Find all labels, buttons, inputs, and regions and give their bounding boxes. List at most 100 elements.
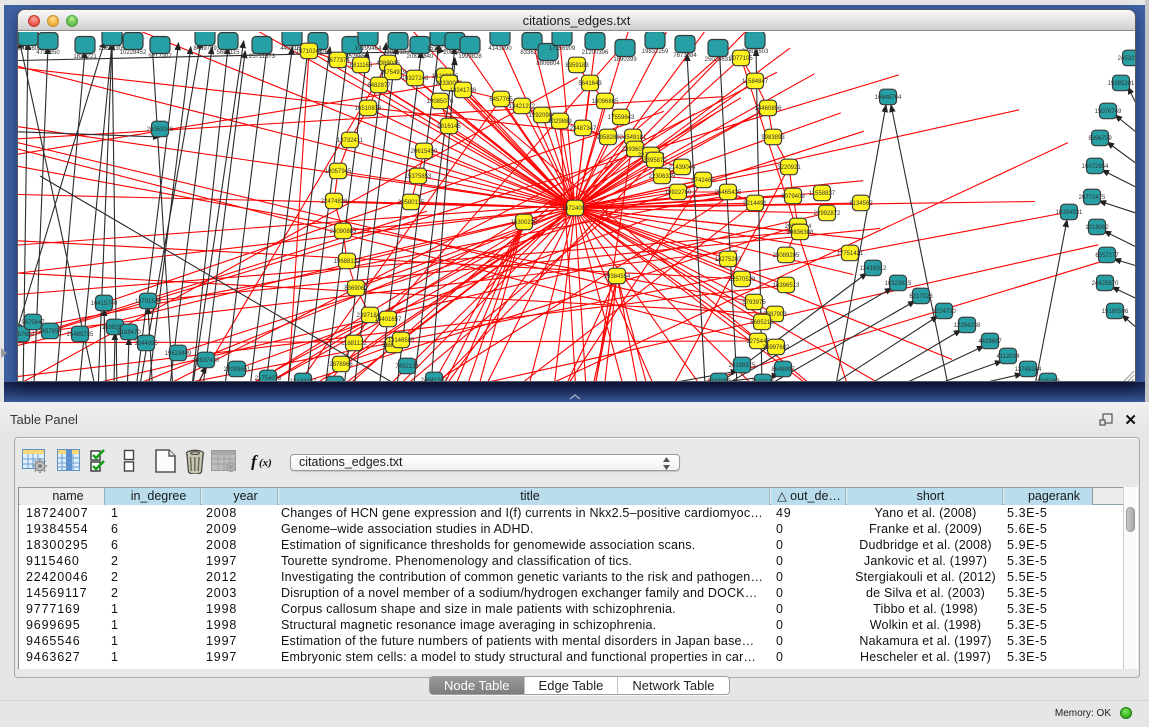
svg-text:2457954: 2457954 <box>38 329 62 335</box>
svg-text:3644095: 3644095 <box>134 341 158 347</box>
svg-text:19384554: 19384554 <box>604 274 631 280</box>
svg-text:14275203: 14275203 <box>715 257 742 263</box>
svg-text:8029889: 8029889 <box>548 119 572 125</box>
svg-text:21257684: 21257684 <box>18 332 35 338</box>
svg-text:11881122: 11881122 <box>341 341 367 347</box>
svg-text:23487347: 23487347 <box>570 126 597 132</box>
svg-text:10334531: 10334531 <box>1056 210 1083 216</box>
svg-text:16415740: 16415740 <box>91 301 118 307</box>
svg-text:11584847: 11584847 <box>742 79 769 85</box>
svg-text:15180586: 15180586 <box>1102 309 1129 315</box>
svg-text:19523409: 19523409 <box>165 351 192 357</box>
svg-text:8646997: 8646997 <box>771 367 795 373</box>
svg-text:11558837: 11558837 <box>809 191 836 197</box>
svg-text:19285201: 19285201 <box>1108 81 1135 87</box>
svg-text:15300235: 15300235 <box>511 220 538 226</box>
svg-text:25711873: 25711873 <box>249 54 276 60</box>
svg-text:16072954: 16072954 <box>1082 164 1109 170</box>
svg-text:21200396: 21200396 <box>582 50 609 56</box>
svg-text:24549181: 24549181 <box>620 135 647 141</box>
svg-text:5682115: 5682115 <box>217 50 241 56</box>
svg-text:2537611: 2537611 <box>752 380 776 382</box>
svg-text:20772475: 20772475 <box>1079 195 1106 201</box>
svg-text:25465435: 25465435 <box>715 190 742 196</box>
svg-text:13146585: 13146585 <box>388 338 415 344</box>
svg-text:13701506: 13701506 <box>135 299 162 305</box>
svg-text:7452134: 7452134 <box>395 364 419 370</box>
svg-text:6742460: 6742460 <box>691 178 715 184</box>
svg-text:10710248: 10710248 <box>296 49 323 55</box>
svg-text:10323815: 10323815 <box>885 281 912 287</box>
svg-text:7671884: 7671884 <box>673 53 697 59</box>
svg-text:3395870: 3395870 <box>643 158 667 164</box>
svg-text:20615450: 20615450 <box>411 149 438 155</box>
svg-text:3677374: 3677374 <box>326 58 350 64</box>
svg-text:25025631: 25025631 <box>705 57 732 63</box>
svg-text:10837430: 10837430 <box>193 358 220 364</box>
svg-text:8489709: 8489709 <box>193 46 217 52</box>
svg-text:9983893: 9983893 <box>761 135 785 141</box>
svg-text:16648764: 16648764 <box>875 95 902 101</box>
svg-text:17559643: 17559643 <box>608 115 635 121</box>
svg-text:3333883: 3333883 <box>707 379 731 382</box>
svg-text:8396759: 8396759 <box>1088 136 1112 142</box>
svg-text:26053346: 26053346 <box>147 127 174 133</box>
svg-text:10228452: 10228452 <box>120 50 147 56</box>
svg-text:13241736: 13241736 <box>450 88 477 94</box>
svg-text:18724007: 18724007 <box>562 206 589 212</box>
svg-text:1999828: 1999828 <box>458 54 482 60</box>
svg-text:6357277: 6357277 <box>1095 253 1119 259</box>
svg-text:9816145: 9816145 <box>437 124 461 130</box>
svg-text:2077105: 2077105 <box>729 56 753 62</box>
svg-text:24532561: 24532561 <box>1118 56 1135 62</box>
svg-text:12416912: 12416912 <box>860 266 887 272</box>
svg-text:22570529: 22570529 <box>729 277 756 283</box>
svg-text:1218062: 1218062 <box>1085 225 1109 231</box>
svg-text:10327246: 10327246 <box>402 76 429 82</box>
svg-text:2876966: 2876966 <box>329 362 353 368</box>
svg-text:9958289: 9958289 <box>596 135 620 141</box>
svg-text:4429607: 4429607 <box>978 339 1002 345</box>
svg-text:5641643: 5641643 <box>578 81 602 87</box>
svg-text:8811165: 8811165 <box>350 63 373 69</box>
svg-text:6482877: 6482877 <box>367 83 391 89</box>
svg-text:14460856: 14460856 <box>755 106 782 112</box>
svg-text:6457765: 6457765 <box>489 97 513 103</box>
svg-text:19832259: 19832259 <box>642 49 669 55</box>
svg-text:5188470: 5188470 <box>117 330 141 336</box>
svg-text:8369062: 8369062 <box>344 286 368 292</box>
svg-text:8134562: 8134562 <box>849 201 873 207</box>
svg-text:12294238: 12294238 <box>954 323 981 329</box>
svg-text:15375853: 15375853 <box>405 174 432 180</box>
svg-text:10057945: 10057945 <box>325 169 352 175</box>
svg-text:22093651: 22093651 <box>224 367 251 373</box>
svg-text:1839221: 1839221 <box>73 54 97 60</box>
svg-text:4735650: 4735650 <box>36 50 60 56</box>
svg-text:19085076: 19085076 <box>427 99 454 105</box>
svg-text:19688132: 19688132 <box>334 259 361 265</box>
svg-text:4112034: 4112034 <box>997 354 1021 360</box>
svg-text:21754078: 21754078 <box>255 376 282 382</box>
svg-text:9217207: 9217207 <box>148 54 172 60</box>
svg-text:21439044: 21439044 <box>669 165 696 171</box>
svg-text:22992872: 22992872 <box>814 211 841 217</box>
svg-text:23188315: 23188315 <box>729 363 756 369</box>
svg-text:5685216: 5685216 <box>750 320 774 326</box>
svg-text:8359183: 8359183 <box>565 63 589 69</box>
svg-text:4245263: 4245263 <box>1036 379 1060 382</box>
svg-text:9214491: 9214491 <box>743 201 767 207</box>
svg-text:24090883: 24090883 <box>330 229 357 235</box>
svg-text:25089205: 25089205 <box>773 253 800 259</box>
svg-text:25997682: 25997682 <box>763 345 790 351</box>
svg-text:19299464: 19299464 <box>355 46 382 52</box>
svg-text:22474828: 22474828 <box>321 199 348 205</box>
svg-text:f: f <box>251 452 259 470</box>
svg-text:16510878: 16510878 <box>355 106 382 112</box>
svg-text:8079409: 8079409 <box>781 194 805 200</box>
svg-text:5793975: 5793975 <box>742 300 766 306</box>
svg-text:8806804: 8806804 <box>536 61 560 67</box>
svg-text:4143890: 4143890 <box>488 46 512 52</box>
svg-text:13732411: 13732411 <box>337 138 364 144</box>
svg-text:18922760: 18922760 <box>665 190 692 196</box>
svg-text:18096865: 18096865 <box>592 99 619 105</box>
